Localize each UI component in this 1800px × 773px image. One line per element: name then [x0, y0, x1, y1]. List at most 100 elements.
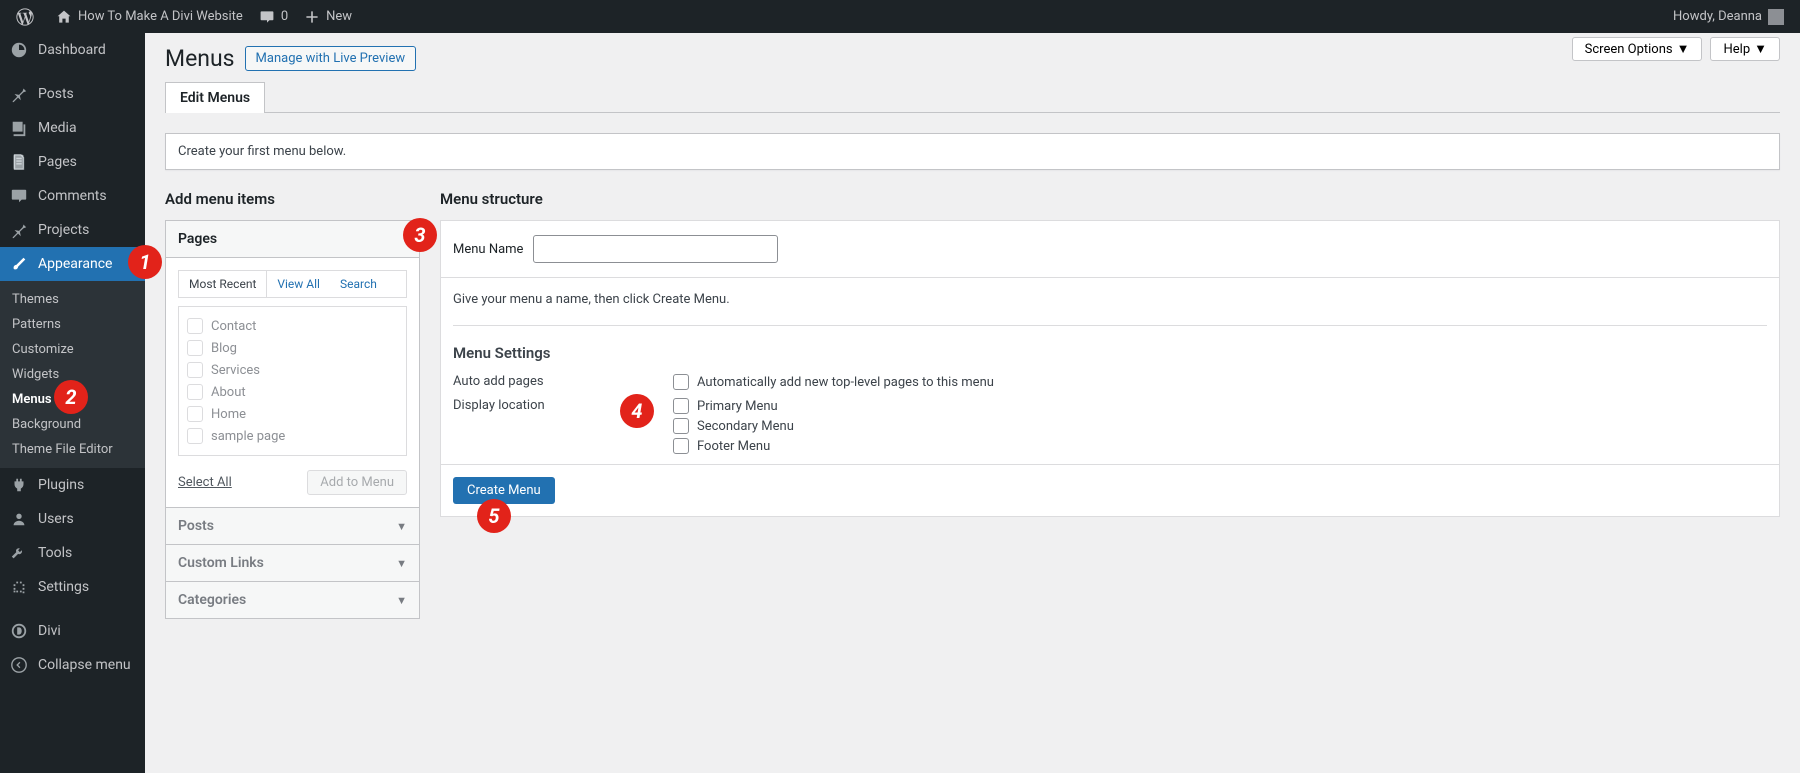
auto-add-checkbox[interactable] — [673, 374, 689, 390]
submenu-themes[interactable]: Themes — [0, 287, 145, 312]
plugin-icon — [10, 476, 30, 494]
sidebar-item-tools[interactable]: Tools — [0, 536, 145, 570]
collapse-icon — [10, 656, 30, 674]
select-all-link[interactable]: Select All — [178, 475, 232, 490]
nav-tabs: Edit Menus — [165, 82, 1780, 113]
plus-icon — [304, 9, 320, 25]
sidebar-item-posts[interactable]: Posts — [0, 77, 145, 111]
new-label: New — [326, 9, 352, 24]
sidebar-item-pages[interactable]: Pages — [0, 145, 145, 179]
wrench-icon — [10, 544, 30, 562]
wp-logo[interactable] — [8, 0, 48, 33]
location-checkbox[interactable] — [673, 398, 689, 414]
page-option[interactable]: About — [187, 381, 398, 403]
accordion-posts-header[interactable]: Posts▼ — [166, 507, 419, 544]
notice: Create your first menu below. — [165, 133, 1780, 170]
divi-icon — [10, 622, 30, 640]
page-option[interactable]: sample page — [187, 425, 398, 447]
new-content-link[interactable]: New — [296, 0, 360, 33]
location-option[interactable]: Footer Menu — [673, 438, 794, 454]
accordion-custom-links-header[interactable]: Custom Links▼ — [166, 544, 419, 581]
page-option[interactable]: Contact — [187, 315, 398, 337]
menu-structure-heading: Menu structure — [440, 190, 1780, 208]
page-option[interactable]: Blog — [187, 337, 398, 359]
sidebar-collapse[interactable]: Collapse menu — [0, 648, 145, 682]
screen-options-button[interactable]: Screen Options ▼ — [1572, 37, 1703, 61]
submenu-theme-file-editor[interactable]: Theme File Editor — [0, 437, 145, 462]
accordion-pages-header[interactable]: Pages 3 — [166, 221, 419, 257]
annotation-badge-4: 4 — [620, 394, 654, 428]
sidebar-item-label: Appearance — [38, 256, 112, 272]
auto-add-label: Auto add pages — [453, 374, 673, 389]
location-option[interactable]: Primary Menu — [673, 398, 794, 414]
sidebar-item-label: Divi — [38, 623, 61, 639]
sidebar-item-label: Dashboard — [38, 42, 106, 58]
sidebar-item-label: Projects — [38, 222, 89, 238]
tab-edit-menus[interactable]: Edit Menus — [165, 82, 265, 113]
location-checkbox[interactable] — [673, 438, 689, 454]
submenu-customize[interactable]: Customize — [0, 337, 145, 362]
submenu-menus[interactable]: Menus 2 — [0, 387, 145, 412]
sidebar-item-label: Pages — [38, 154, 77, 170]
admin-bar: How To Make A Divi Website 0 New Howdy, … — [0, 0, 1800, 33]
avatar — [1768, 9, 1784, 25]
tab-search[interactable]: Search — [330, 271, 387, 297]
submenu-background[interactable]: Background — [0, 412, 145, 437]
accordion-categories-header[interactable]: Categories▼ — [166, 581, 419, 618]
sidebar-item-label: Collapse menu — [38, 657, 131, 673]
page-title: Menus — [165, 45, 235, 72]
add-to-menu-button[interactable]: Add to Menu — [307, 470, 407, 495]
accordion-pages-body: Most Recent View All Search Contact Blog… — [166, 257, 419, 507]
site-title: How To Make A Divi Website — [78, 9, 243, 24]
sidebar-item-media[interactable]: Media — [0, 111, 145, 145]
live-preview-button[interactable]: Manage with Live Preview — [245, 46, 417, 71]
wordpress-icon — [16, 8, 34, 26]
sidebar-item-dashboard[interactable]: Dashboard — [0, 33, 145, 67]
sidebar-item-label: Tools — [38, 545, 72, 561]
annotation-badge-1: 1 — [128, 245, 162, 279]
chevron-down-icon: ▼ — [396, 557, 407, 570]
location-checkbox[interactable] — [673, 418, 689, 434]
sidebar-item-settings[interactable]: Settings — [0, 570, 145, 604]
pin-icon — [10, 85, 30, 103]
page-checkbox[interactable] — [187, 428, 203, 444]
sidebar-item-plugins[interactable]: Plugins — [0, 468, 145, 502]
page-option[interactable]: Home — [187, 403, 398, 425]
submenu-patterns[interactable]: Patterns — [0, 312, 145, 337]
menu-name-input[interactable] — [533, 235, 778, 263]
auto-add-option[interactable]: Automatically add new top-level pages to… — [673, 374, 994, 390]
help-button[interactable]: Help ▼ — [1710, 37, 1780, 61]
sidebar-item-divi[interactable]: Divi — [0, 614, 145, 648]
sidebar-item-label: Media — [38, 120, 77, 136]
page-checkbox[interactable] — [187, 384, 203, 400]
page-icon — [10, 153, 30, 171]
page-checkbox[interactable] — [187, 362, 203, 378]
accordion-add-items: Pages 3 Most Recent View All Search Cont… — [165, 220, 420, 619]
site-name-link[interactable]: How To Make A Divi Website — [48, 0, 251, 33]
page-checkbox[interactable] — [187, 340, 203, 356]
sidebar-item-label: Plugins — [38, 477, 84, 493]
sidebar-item-projects[interactable]: Projects — [0, 213, 145, 247]
account-link[interactable]: Howdy, Deanna — [1665, 0, 1792, 33]
annotation-badge-5: 5 — [477, 499, 511, 533]
chevron-down-icon: ▼ — [1677, 41, 1690, 57]
comment-icon — [259, 9, 275, 25]
sidebar-item-users[interactable]: Users — [0, 502, 145, 536]
location-option[interactable]: Secondary Menu — [673, 418, 794, 434]
home-icon — [56, 9, 72, 25]
tab-view-all[interactable]: View All — [267, 271, 330, 297]
menu-settings-heading: Menu Settings — [453, 344, 1767, 362]
page-option[interactable]: Services — [187, 359, 398, 381]
settings-icon — [10, 578, 30, 596]
sidebar-item-comments[interactable]: Comments — [0, 179, 145, 213]
tab-most-recent[interactable]: Most Recent — [179, 271, 267, 297]
chevron-down-icon: ▼ — [396, 520, 407, 533]
page-checkbox[interactable] — [187, 318, 203, 334]
add-items-heading: Add menu items — [165, 190, 420, 208]
chevron-down-icon: ▼ — [1754, 41, 1767, 57]
create-menu-button[interactable]: Create Menu — [453, 477, 555, 504]
sidebar-item-appearance[interactable]: Appearance 1 — [0, 247, 145, 281]
sidebar-item-label: Posts — [38, 86, 74, 102]
comments-link[interactable]: 0 — [251, 0, 296, 33]
page-checkbox[interactable] — [187, 406, 203, 422]
